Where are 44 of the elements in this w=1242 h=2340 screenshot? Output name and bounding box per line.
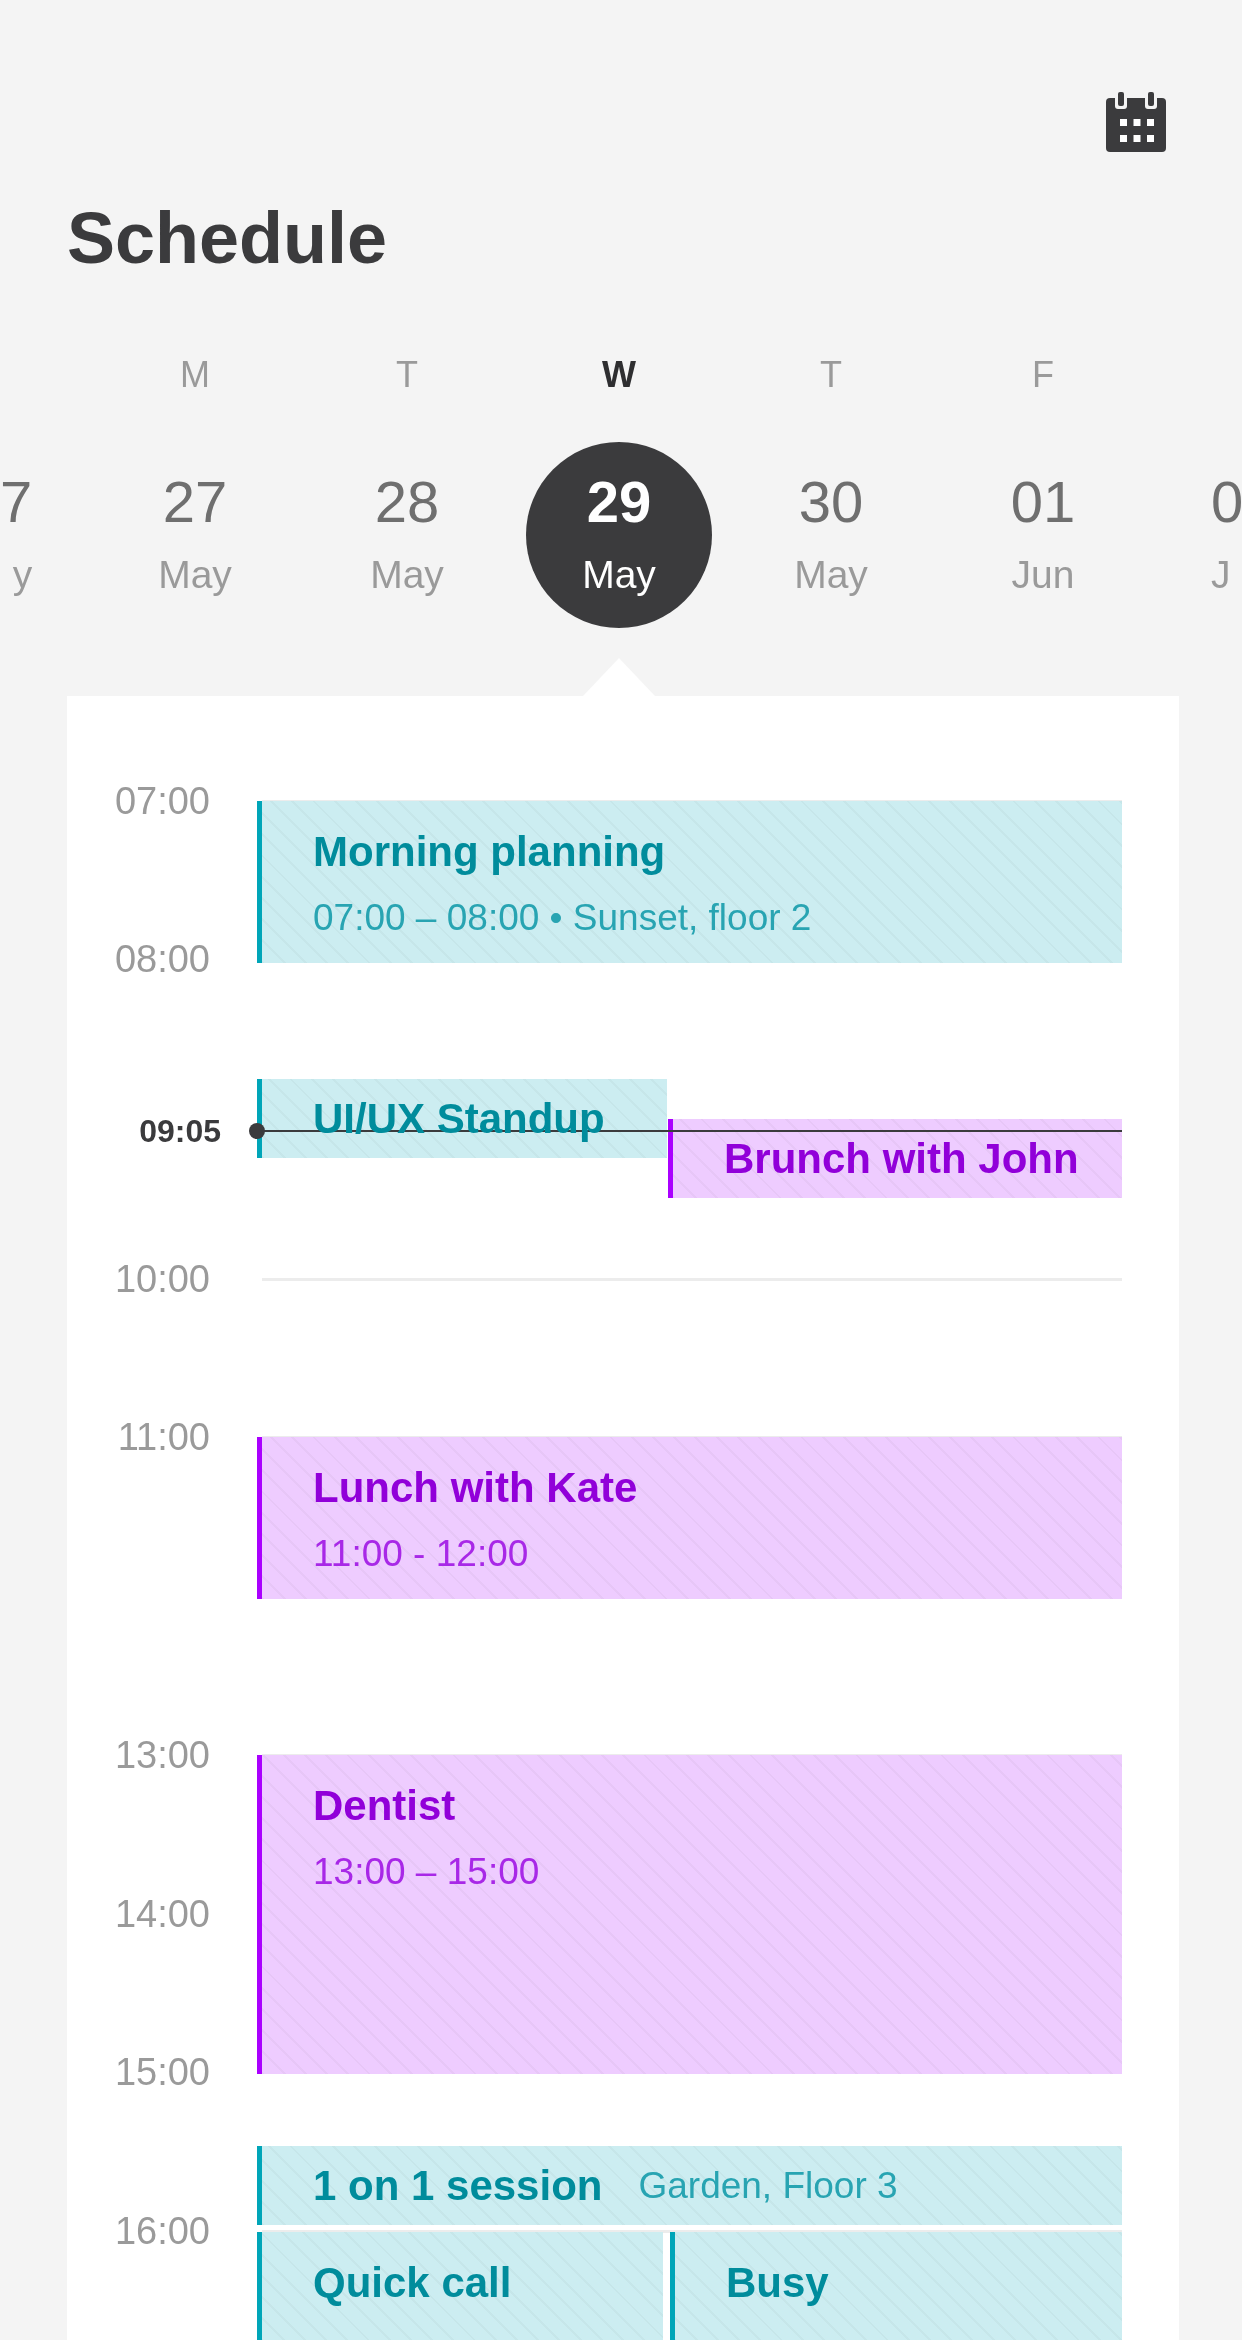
hour-label: 11:00 — [116, 1415, 210, 1459]
date-button[interactable]: 7 y — [0, 442, 33, 628]
event-details: 13:00 – 15:00 — [313, 1850, 540, 1894]
event-title: 1 on 1 session — [313, 2160, 603, 2211]
page-title: Schedule — [67, 197, 388, 280]
date-button[interactable]: 30 May — [738, 442, 924, 628]
calendar-icon[interactable] — [1106, 92, 1166, 152]
hour-label: 07:00 — [113, 779, 210, 823]
weekday-label: W — [602, 355, 636, 395]
event-details: 07:00 – 08:00 • Sunset, floor 2 — [313, 896, 812, 940]
weekday-label: T — [396, 355, 418, 395]
hour-label: 14:00 — [113, 1892, 210, 1936]
event-title: UI/UX Standup — [313, 1093, 605, 1144]
event-details: Garden, Floor 3 — [638, 2163, 898, 2208]
event-card[interactable]: Dentist 13:00 – 15:00 — [257, 1755, 1122, 2074]
weekday-label: M — [180, 355, 210, 395]
dot-icon — [249, 1123, 265, 1139]
hour-label: 13:00 — [113, 1733, 210, 1777]
hour-label: 08:00 — [113, 937, 210, 981]
event-card[interactable]: Morning planning 07:00 – 08:00 • Sunset, floor 2 — [257, 801, 1122, 963]
date-button[interactable]: 28 May — [314, 442, 500, 628]
event-title: Brunch with John — [724, 1133, 1079, 1184]
event-details: 11:00 - 12:00 — [313, 1532, 529, 1576]
event-card[interactable]: UI/UX Standup — [257, 1079, 667, 1158]
event-card[interactable]: Lunch with Kate 11:00 - 12:00 — [257, 1437, 1122, 1599]
event-card[interactable]: Brunch with John — [668, 1119, 1122, 1198]
hour-label: 16:00 — [113, 2209, 210, 2253]
date-button[interactable]: 01 Jun — [950, 442, 1136, 628]
event-title: Dentist — [313, 1781, 456, 1831]
event-title: Lunch with Kate — [313, 1463, 638, 1513]
event-card[interactable]: Quick call — [257, 2232, 663, 2340]
date-button[interactable]: 27 May — [102, 442, 288, 628]
event-title: Quick call — [313, 2258, 512, 2308]
event-card[interactable]: 1 on 1 session Garden, Floor 3 — [257, 2146, 1122, 2225]
event-title: Morning planning — [313, 827, 666, 877]
date-button[interactable]: 0 J — [1211, 442, 1242, 628]
weekday-label: F — [1032, 355, 1054, 395]
current-time-label: 09:05 — [138, 1112, 221, 1151]
hour-label: 10:00 — [113, 1257, 210, 1301]
weekday-label: T — [820, 355, 842, 395]
hour-label: 15:00 — [113, 2050, 210, 2094]
date-button[interactable]: 29 May — [526, 442, 712, 628]
event-title: Busy — [726, 2258, 829, 2308]
event-card[interactable]: Busy — [670, 2232, 1122, 2340]
